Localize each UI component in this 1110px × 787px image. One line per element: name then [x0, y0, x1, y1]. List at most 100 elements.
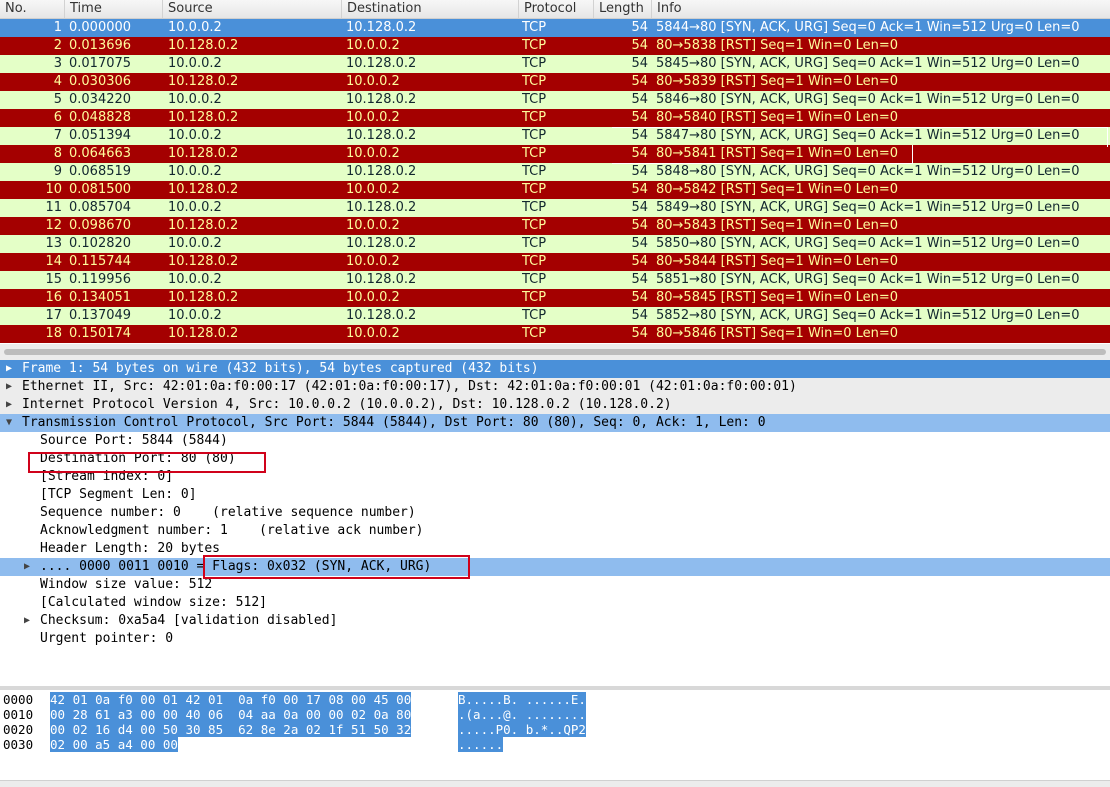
byte-hex[interactable]: 02 00 a5 a4 00 00 — [50, 737, 178, 752]
packet-info: 80→5842 [RST] Seq=1 Win=0 Len=0 — [656, 182, 899, 197]
packet-row[interactable]: 12 0.098670 10.128.0.2 10.0.0.2 TCP 54 80→5843… — [0, 217, 1110, 235]
packet-number: 4 — [53, 74, 62, 89]
packet-row[interactable]: 14 0.115744 10.128.0.2 10.0.0.2 TCP 54 80→5844… — [0, 253, 1110, 271]
column-header-no[interactable]: No. — [0, 0, 65, 18]
packet-protocol: TCP — [522, 164, 547, 179]
packet-info: 5845→80 [SYN, ACK, URG] Seq=0 Ack=1 Win=… — [656, 56, 1080, 71]
packet-row[interactable]: 7 0.051394 10.0.0.2 10.128.0.2 TCP 54 5847→80 … — [0, 127, 1110, 145]
byte-ascii[interactable]: .....P0. b.*..QP2 — [458, 722, 586, 737]
byte-hex[interactable]: 00 28 61 a3 00 00 40 06 04 aa 0a 00 00 0… — [50, 707, 412, 722]
packet-info: 80→5846 [RST] Seq=1 Win=0 Len=0 — [656, 326, 899, 341]
packet-source: 10.128.0.2 — [168, 218, 239, 233]
byte-offset: 0000 — [3, 692, 34, 707]
packet-row[interactable]: 5 0.034220 10.0.0.2 10.128.0.2 TCP 54 5846→80 … — [0, 91, 1110, 109]
horizontal-scrollbar[interactable] — [0, 344, 1110, 360]
column-header-time[interactable]: Time — [65, 0, 163, 18]
packet-length: 54 — [631, 38, 648, 53]
packet-info: 80→5840 [RST] Seq=1 Win=0 Len=0 — [656, 110, 899, 125]
tree-item-flags[interactable]: ▶ .... 0000 0011 0010 = Flags: 0x032 (SY… — [0, 558, 1110, 576]
packet-source: 10.128.0.2 — [168, 182, 239, 197]
packet-row[interactable]: 11 0.085704 10.0.0.2 10.128.0.2 TCP 54 5849→80… — [0, 199, 1110, 217]
packet-info: 80→5838 [RST] Seq=1 Win=0 Len=0 — [656, 38, 899, 53]
tree-item-calculated-window[interactable]: [Calculated window size: 512] — [0, 594, 1110, 612]
packet-row[interactable]: 3 0.017075 10.0.0.2 10.128.0.2 TCP 54 5845→80 … — [0, 55, 1110, 73]
expand-arrow-icon[interactable]: ▶ — [6, 378, 16, 396]
packet-number: 11 — [45, 200, 62, 215]
packet-protocol: TCP — [522, 290, 547, 305]
column-header-protocol[interactable]: Protocol — [519, 0, 594, 18]
packet-row[interactable]: 16 0.134051 10.128.0.2 10.0.0.2 TCP 54 80→5845… — [0, 289, 1110, 307]
packet-row[interactable]: 18 0.150174 10.128.0.2 10.0.0.2 TCP 54 80→5846… — [0, 325, 1110, 343]
packet-length: 54 — [631, 326, 648, 341]
packet-destination: 10.0.0.2 — [346, 218, 400, 233]
packet-protocol: TCP — [522, 308, 547, 323]
packet-time: 0.030306 — [69, 74, 132, 89]
tree-item-frame[interactable]: ▶ Frame 1: 54 bytes on wire (432 bits), … — [0, 360, 1110, 378]
packet-protocol: TCP — [522, 92, 547, 107]
byte-ascii[interactable]: B.....B. ......E. — [458, 692, 586, 707]
packet-list[interactable]: No. Time Source Destination Protocol Len… — [0, 0, 1110, 344]
byte-hex[interactable]: 42 01 0a f0 00 01 42 01 0a f0 00 17 08 0… — [50, 692, 412, 707]
scrollbar-thumb[interactable] — [4, 349, 1106, 355]
tree-item-destination-port[interactable]: Destination Port: 80 (80) — [0, 450, 1110, 468]
byte-hex[interactable]: 00 02 16 d4 00 50 30 85 62 8e 2a 02 1f 5… — [50, 722, 412, 737]
tree-item-sequence-number[interactable]: Sequence number: 0 (relative sequence nu… — [0, 504, 1110, 522]
packet-info: 5846→80 [SYN, ACK, URG] Seq=0 Ack=1 Win=… — [656, 92, 1080, 107]
tree-item-stream-index[interactable]: [Stream index: 0] — [0, 468, 1110, 486]
packet-number: 5 — [53, 92, 62, 107]
tree-item-ip[interactable]: ▶ Internet Protocol Version 4, Src: 10.0… — [0, 396, 1110, 414]
tree-item-source-port[interactable]: Source Port: 5844 (5844) — [0, 432, 1110, 450]
tree-item-window-size[interactable]: Window size value: 512 — [0, 576, 1110, 594]
byte-ascii[interactable]: ...... — [458, 737, 504, 752]
packet-number: 10 — [45, 182, 62, 197]
packet-time: 0.048828 — [69, 110, 132, 125]
tree-item-segment-len[interactable]: [TCP Segment Len: 0] — [0, 486, 1110, 504]
packet-row[interactable]: 10 0.081500 10.128.0.2 10.0.0.2 TCP 54 80→5842… — [0, 181, 1110, 199]
column-header-length[interactable]: Length — [594, 0, 652, 18]
packet-row[interactable]: 2 0.013696 10.128.0.2 10.0.0.2 TCP 54 80→5838 … — [0, 37, 1110, 55]
collapse-arrow-icon[interactable]: ▼ — [6, 414, 16, 432]
tree-item-ethernet[interactable]: ▶ Ethernet II, Src: 42:01:0a:f0:00:17 (4… — [0, 378, 1110, 396]
column-header-source[interactable]: Source — [163, 0, 342, 18]
byte-row: 0010 00 28 61 a3 00 00 40 06 04 aa 0a 00 … — [0, 707, 1110, 722]
packet-destination: 10.128.0.2 — [346, 236, 417, 251]
expand-arrow-icon[interactable]: ▶ — [24, 558, 34, 576]
packet-source: 10.128.0.2 — [168, 38, 239, 53]
packet-source: 10.0.0.2 — [168, 92, 222, 107]
expand-arrow-icon[interactable]: ▶ — [6, 396, 16, 414]
byte-ascii[interactable]: .(a...@. ........ — [458, 707, 586, 722]
tree-item-ack-number[interactable]: Acknowledgment number: 1 (relative ack n… — [0, 522, 1110, 540]
tree-item-checksum[interactable]: ▶ Checksum: 0xa5a4 [validation disabled] — [0, 612, 1110, 630]
tree-item-urgent-pointer[interactable]: Urgent pointer: 0 — [0, 630, 1110, 648]
packet-bytes-pane[interactable]: 0000 42 01 0a f0 00 01 42 01 0a f0 00 17 … — [0, 690, 1110, 786]
packet-time: 0.150174 — [69, 326, 132, 341]
expand-arrow-icon[interactable]: ▶ — [6, 360, 16, 378]
packet-row[interactable]: 1 0.000000 10.0.0.2 10.128.0.2 TCP 54 5844→80 … — [0, 19, 1110, 37]
packet-row[interactable]: 6 0.048828 10.128.0.2 10.0.0.2 TCP 54 80→5840 … — [0, 109, 1110, 127]
packet-row[interactable]: 9 0.068519 10.0.0.2 10.128.0.2 TCP 54 5848→80 … — [0, 163, 1110, 181]
packet-protocol: TCP — [522, 38, 547, 53]
packet-row[interactable]: 15 0.119956 10.0.0.2 10.128.0.2 TCP 54 5851→80… — [0, 271, 1110, 289]
tree-item-tcp[interactable]: ▼ Transmission Control Protocol, Src Por… — [0, 414, 1110, 432]
packet-rows: 1 0.000000 10.0.0.2 10.128.0.2 TCP 54 5844→80 … — [0, 19, 1110, 343]
packet-details-tree[interactable]: ▶ Frame 1: 54 bytes on wire (432 bits), … — [0, 360, 1110, 686]
packet-row[interactable]: 13 0.102820 10.0.0.2 10.128.0.2 TCP 54 5850→80… — [0, 235, 1110, 253]
packet-row[interactable]: 17 0.137049 10.0.0.2 10.128.0.2 TCP 54 5852→80… — [0, 307, 1110, 325]
packet-row[interactable]: 8 0.064663 10.128.0.2 10.0.0.2 TCP 54 80→5841 … — [0, 145, 1110, 163]
packet-number: 8 — [53, 146, 62, 161]
packet-length: 54 — [631, 110, 648, 125]
packet-destination: 10.128.0.2 — [346, 56, 417, 71]
packet-destination: 10.128.0.2 — [346, 200, 417, 215]
packet-number: 3 — [53, 56, 62, 71]
packet-info: 5848→80 [SYN, ACK, URG] Seq=0 Ack=1 Win=… — [656, 164, 1080, 179]
packet-destination: 10.0.0.2 — [346, 146, 400, 161]
column-header-info[interactable]: Info — [652, 0, 1110, 18]
expand-arrow-icon[interactable]: ▶ — [24, 612, 34, 630]
column-header-destination[interactable]: Destination — [342, 0, 519, 18]
tree-item-header-length[interactable]: Header Length: 20 bytes — [0, 540, 1110, 558]
packet-number: 6 — [53, 110, 62, 125]
packet-protocol: TCP — [522, 200, 547, 215]
packet-row[interactable]: 4 0.030306 10.128.0.2 10.0.0.2 TCP 54 80→5839 … — [0, 73, 1110, 91]
packet-source: 10.0.0.2 — [168, 200, 222, 215]
packet-length: 54 — [631, 20, 648, 35]
